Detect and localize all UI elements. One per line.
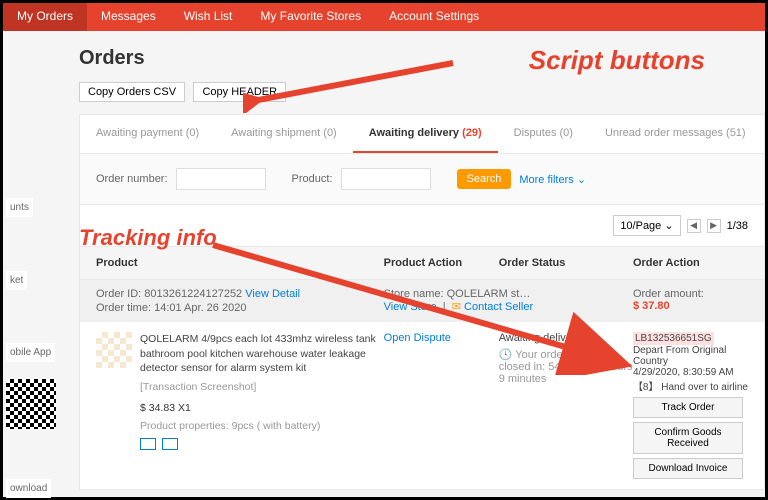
store-name-label: Store name: xyxy=(384,288,444,300)
chevron-down-icon: ⌄ xyxy=(577,174,586,186)
tab-awaiting-shipment[interactable]: Awaiting shipment (0) xyxy=(215,115,353,153)
nav-my-orders[interactable]: My Orders xyxy=(3,3,87,31)
col-order-status: Order Status xyxy=(499,257,633,269)
order-time: 14:01 Apr. 26 2020 xyxy=(154,302,246,314)
order-tabs: Awaiting payment (0) Awaiting shipment (… xyxy=(80,115,764,154)
contact-seller-link[interactable]: Contact Seller xyxy=(464,301,533,313)
filters-row: Order number: Product: Search More filte… xyxy=(80,154,764,205)
order-time-label: Order time: xyxy=(96,302,151,314)
annotation-script-buttons: Script buttons xyxy=(529,45,705,76)
top-nav: My Orders Messages Wish List My Favorite… xyxy=(3,3,765,31)
order-header-row: Order ID: 8013261224127252 View Detail O… xyxy=(80,280,764,322)
tab-awaiting-payment[interactable]: Awaiting payment (0) xyxy=(80,115,215,153)
order-number-input[interactable] xyxy=(176,168,266,190)
sidebar-fragment: ownload xyxy=(6,479,51,498)
tracking-time: 4/29/2020, 8:30:59 AM xyxy=(633,367,748,378)
order-id-label: Order ID: xyxy=(96,288,141,300)
pager-prev[interactable]: ◀ xyxy=(687,219,701,233)
download-invoice-button[interactable]: Download Invoice xyxy=(633,458,743,479)
copy-header-button[interactable]: Copy HEADER xyxy=(193,82,286,102)
sidebar-fragment: obile App xyxy=(6,343,55,362)
tab-awaiting-delivery[interactable]: Awaiting delivery (29) xyxy=(353,115,498,153)
order-body-row: QOLELARM 4/9pcs each lot 433mhz wireless… xyxy=(80,322,764,489)
per-page-select[interactable]: 10/Page ⌄ xyxy=(613,215,680,236)
product-input[interactable] xyxy=(341,168,431,190)
view-store-link[interactable]: View Store xyxy=(384,301,437,313)
close-countdown: Your order will be closed in: 54 days 14… xyxy=(499,349,633,385)
nav-stores[interactable]: My Favorite Stores xyxy=(246,3,375,31)
nav-messages[interactable]: Messages xyxy=(87,3,170,31)
tracking-status: Depart From Original Country xyxy=(633,345,748,367)
product-label: Product: xyxy=(292,173,333,185)
sidebar-fragment: unts xyxy=(6,198,33,217)
tracking-detail: 【8】 Hand over to airline xyxy=(633,378,748,393)
chevron-down-icon: ⌄ xyxy=(664,220,673,232)
truck-icon[interactable] xyxy=(140,438,156,450)
search-button[interactable]: Search xyxy=(457,169,512,189)
open-dispute-link[interactable]: Open Dispute xyxy=(384,332,451,344)
sidebar-fragment: ket xyxy=(6,271,27,290)
order-number-label: Order number: xyxy=(96,173,168,185)
col-product: Product xyxy=(96,257,384,269)
product-thumbnail[interactable] xyxy=(96,332,132,368)
pager-next[interactable]: ▶ xyxy=(707,219,721,233)
nav-wishlist[interactable]: Wish List xyxy=(170,3,247,31)
annotation-tracking-info: Tracking info xyxy=(79,225,217,251)
package-icon[interactable] xyxy=(162,438,178,450)
clock-icon: 🕓 xyxy=(499,349,513,361)
script-buttons-row: Copy Orders CSV Copy HEADER xyxy=(79,82,765,102)
confirm-received-button[interactable]: Confirm Goods Received xyxy=(633,422,743,454)
transaction-screenshot-label: [Transaction Screenshot] xyxy=(140,380,384,395)
more-filters-link[interactable]: More filters ⌄ xyxy=(519,173,586,186)
nav-settings[interactable]: Account Settings xyxy=(375,3,493,31)
product-title[interactable]: QOLELARM 4/9pcs each lot 433mhz wireless… xyxy=(140,332,384,376)
store-name: QOLELARM st… xyxy=(447,288,531,300)
order-status-text: Awaiting delivery xyxy=(499,332,633,344)
view-detail-link[interactable]: View Detail xyxy=(245,288,300,300)
envelope-icon: ✉ xyxy=(452,301,461,313)
order-amount-label: Order amount: xyxy=(633,288,748,300)
tab-unread[interactable]: Unread order messages (51) xyxy=(589,115,762,153)
col-product-action: Product Action xyxy=(384,257,499,269)
tracking-number[interactable]: LB132536651SG xyxy=(633,332,714,345)
table-header: Product Product Action Order Status Orde… xyxy=(80,246,764,280)
pager-position: 1/38 xyxy=(727,220,748,232)
product-price: $ 34.83 X1 xyxy=(140,401,384,416)
product-properties: Product properties: 9pcs ( with battery) xyxy=(140,419,384,434)
track-order-button[interactable]: Track Order xyxy=(633,397,743,418)
col-order-action: Order Action xyxy=(633,257,748,269)
order-amount: $ 37.80 xyxy=(633,300,748,312)
tab-disputes[interactable]: Disputes (0) xyxy=(498,115,589,153)
order-id: 8013261224127252 xyxy=(144,288,242,300)
qr-code xyxy=(6,379,56,429)
copy-csv-button[interactable]: Copy Orders CSV xyxy=(79,82,185,102)
